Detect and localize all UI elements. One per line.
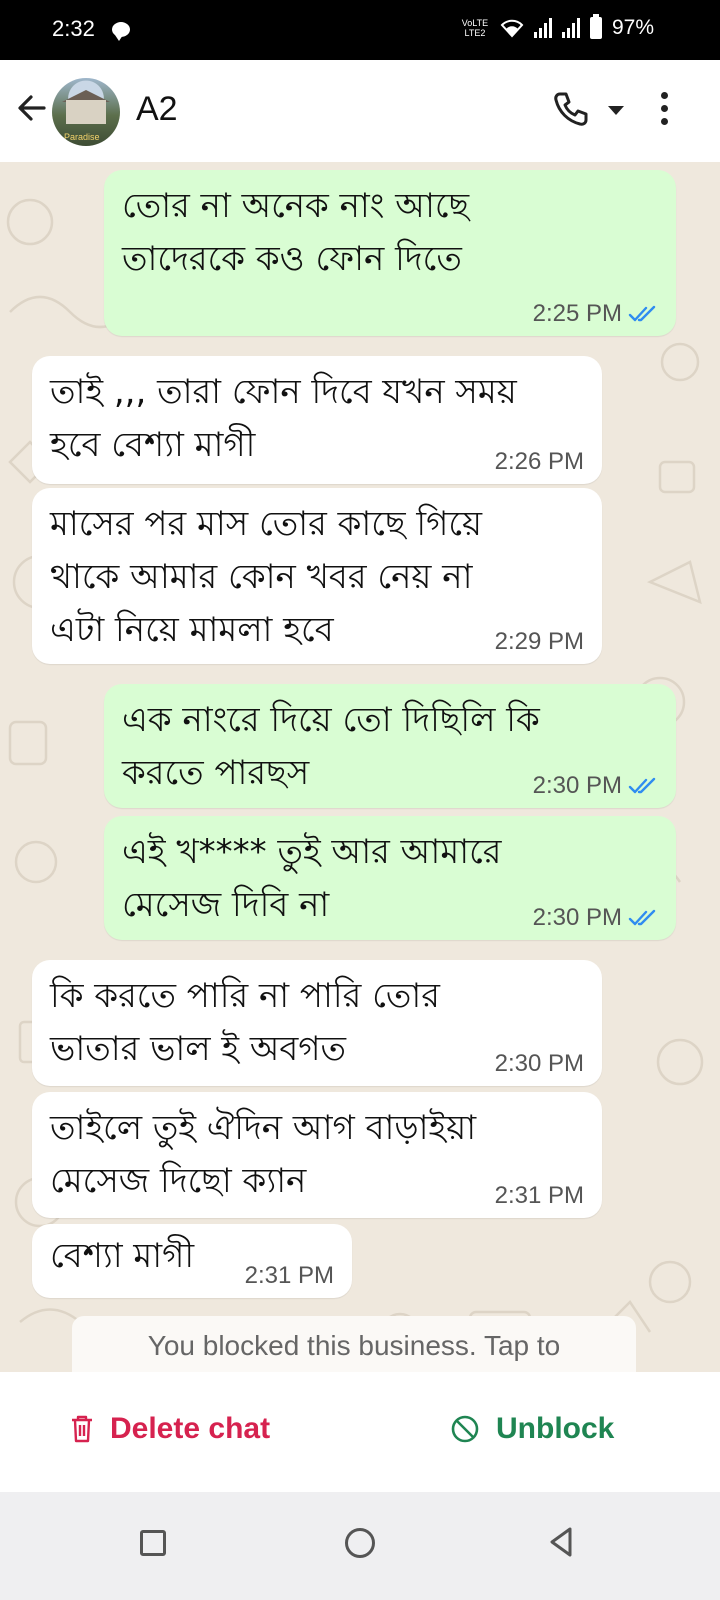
message-text: তোর না অনেক নাং আছে তাদেরকে কও ফোন দিতে (122, 186, 470, 279)
battery-icon (589, 14, 602, 39)
double-check-read-icon (628, 777, 656, 794)
message-bubble-incoming[interactable]: কি করতে পারি না পারি তোর ভাতার ভাল ই অবগ… (32, 960, 602, 1086)
message-time: 2:26 PM (494, 448, 584, 475)
message-meta: 2:31 PM (245, 1262, 334, 1290)
phone-call-icon[interactable] (552, 90, 590, 128)
message-text: মাসের পর মাস তোর কাছে গিয়ে থাকে আমার কো… (50, 504, 483, 650)
avatar-caption: Paradise (64, 132, 100, 142)
status-time: 2:32 (52, 16, 95, 41)
message-time: 2:30 PM (532, 904, 622, 931)
home-icon[interactable] (345, 1528, 375, 1558)
delete-chat-label: Delete chat (110, 1412, 271, 1445)
trash-icon (72, 1415, 92, 1443)
message-meta: 2:30 PM (533, 772, 658, 800)
chat-area[interactable]: তোর না অনেক নাং আছে তাদেরকে কও ফোন দিতে … (0, 162, 720, 1372)
avatar-house (66, 100, 106, 124)
message-meta: 2:25 PM (533, 300, 658, 328)
message-time: 2:29 PM (494, 628, 584, 655)
message-text: বেশ্যা মাগী (50, 1236, 195, 1276)
message-meta: 2:30 PM (533, 904, 658, 932)
chat-header: Paradise A2 (0, 60, 720, 162)
message-bubble-outgoing[interactable]: এক নাংরে দিয়ে তো দিছিলি কি করতে পারছস 2… (104, 684, 676, 808)
blocked-business-notice[interactable]: You blocked this business. Tap to (72, 1316, 636, 1372)
message-bubble-outgoing[interactable]: এই খ**** তুই আর আমারে মেসেজ দিবি না 2:30… (104, 816, 676, 940)
message-bubble-incoming[interactable]: মাসের পর মাস তোর কাছে গিয়ে থাকে আমার কো… (32, 488, 602, 664)
message-bubble-incoming[interactable]: বেশ্যা মাগী 2:31 PM (32, 1224, 352, 1298)
battery-percent: 97% (611, 16, 654, 39)
message-bubble-incoming[interactable]: তাই ,,, তারা ফোন দিবে যখন সময় হবে বেশ্য… (32, 356, 602, 484)
call-dropdown-icon[interactable] (608, 106, 624, 115)
signal-icon-1 (533, 18, 552, 38)
message-time: 2:31 PM (494, 1182, 584, 1209)
more-options-icon[interactable] (658, 92, 670, 128)
system-navigation-bar (0, 1492, 720, 1600)
unblock-label: Unblock (496, 1412, 615, 1445)
message-text: এই খ**** তুই আর আমারে মেসেজ দিবি না (122, 832, 502, 925)
message-meta: 2:31 PM (495, 1182, 584, 1210)
message-meta: 2:30 PM (495, 1050, 584, 1078)
message-text: তাইলে তুই ঐদিন আগ বাড়াইয়া মেসেজ দিছো ক… (50, 1108, 477, 1201)
message-text: তাই ,,, তারা ফোন দিবে যখন সময় হবে বেশ্য… (50, 372, 517, 465)
message-text: এক নাংরে দিয়ে তো দিছিলি কি করতে পারছস (122, 700, 540, 793)
status-icons: VoLTE LTE2 97% (460, 14, 654, 40)
message-notification-icon (112, 22, 130, 41)
recent-apps-icon[interactable] (140, 1530, 166, 1556)
message-text: কি করতে পারি না পারি তোর ভাতার ভাল ই অবগ… (50, 976, 440, 1069)
message-meta: 2:26 PM (495, 448, 584, 476)
blocked-actions-bar: Delete chat Unblock (0, 1372, 720, 1492)
message-time: 2:25 PM (532, 300, 622, 327)
message-meta: 2:29 PM (495, 628, 584, 656)
contact-name[interactable]: A2 (136, 90, 178, 129)
message-bubble-incoming[interactable]: তাইলে তুই ঐদিন আগ বাড়াইয়া মেসেজ দিছো ক… (32, 1092, 602, 1218)
avatar[interactable]: Paradise (52, 78, 120, 146)
signal-icon-2 (561, 18, 580, 38)
unblock-button[interactable]: Unblock (450, 1412, 614, 1446)
double-check-read-icon (628, 909, 656, 926)
message-time: 2:30 PM (532, 772, 622, 799)
volte-indicator: VoLTE LTE2 (461, 18, 489, 38)
delete-chat-button[interactable]: Delete chat (70, 1412, 270, 1446)
double-check-read-icon (628, 305, 656, 322)
status-bar: 2:32 VoLTE LTE2 97% (0, 0, 720, 60)
message-time: 2:31 PM (244, 1262, 334, 1289)
back-arrow-icon[interactable] (14, 90, 50, 126)
message-time: 2:30 PM (494, 1050, 584, 1077)
wifi-icon (500, 19, 524, 38)
nav-back-icon[interactable] (548, 1526, 574, 1558)
block-icon (451, 1415, 479, 1443)
message-bubble-outgoing[interactable]: তোর না অনেক নাং আছে তাদেরকে কও ফোন দিতে … (104, 170, 676, 336)
